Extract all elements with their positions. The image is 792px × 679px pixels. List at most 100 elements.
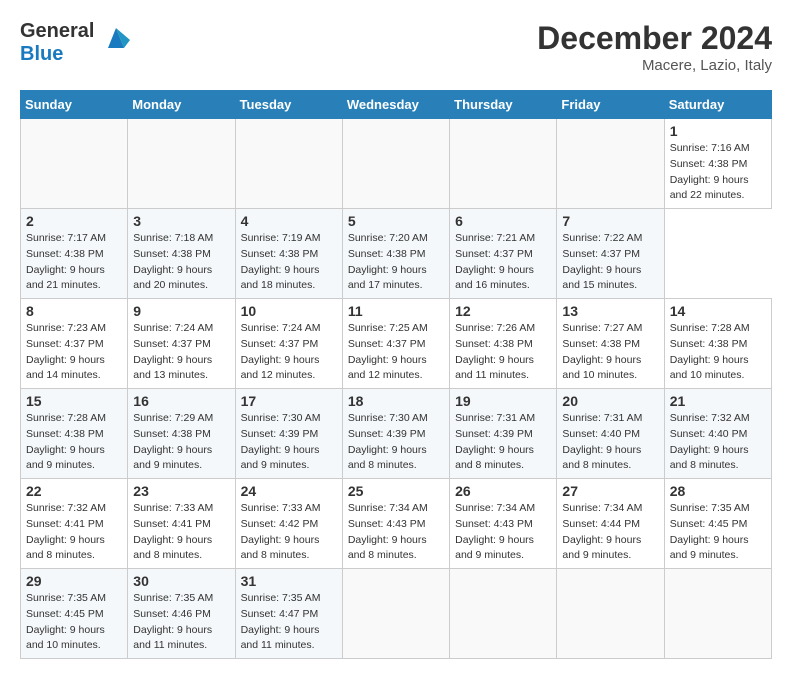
day-number: 8 <box>26 303 122 319</box>
calendar-day-cell: 15Sunrise: 7:28 AMSunset: 4:38 PMDayligh… <box>21 389 128 479</box>
calendar-day-cell: 7 Sunrise: 7:22 AMSunset: 4:37 PMDaylight… <box>557 209 664 299</box>
calendar-header-row: SundayMondayTuesdayWednesdayThursdayFrid… <box>21 91 772 119</box>
day-number: 21 <box>670 393 766 409</box>
location-title: Macere, Lazio, Italy <box>537 57 772 74</box>
logo-general: General <box>20 20 94 42</box>
calendar-day-cell: 3Sunrise: 7:18 AMSunset: 4:38 PMDaylight… <box>128 209 235 299</box>
day-number: 4 <box>241 213 337 229</box>
calendar-day-cell: 11 Sunrise: 7:25 AMSunset: 4:37 PMDayligh… <box>342 299 449 389</box>
calendar-week-row: 22 Sunrise: 7:32 AMSunset: 4:41 PMDayligh… <box>21 479 772 569</box>
calendar-day-cell: 10 Sunrise: 7:24 AMSunset: 4:37 PMDayligh… <box>235 299 342 389</box>
calendar-day-cell: 4 Sunrise: 7:19 AMSunset: 4:38 PMDaylight… <box>235 209 342 299</box>
day-info: Sunrise: 7:34 AMSunset: 4:43 PMDaylight:… <box>348 501 444 564</box>
calendar-day-cell: 9Sunrise: 7:24 AMSunset: 4:37 PMDaylight… <box>128 299 235 389</box>
day-number: 28 <box>670 483 766 499</box>
day-info: Sunrise: 7:23 AMSunset: 4:37 PMDaylight:… <box>26 321 122 384</box>
calendar-week-row: 8 Sunrise: 7:23 AMSunset: 4:37 PMDaylight… <box>21 299 772 389</box>
day-info: Sunrise: 7:35 AMSunset: 4:45 PMDaylight:… <box>670 501 766 564</box>
day-number: 16 <box>133 393 229 409</box>
calendar-week-row: 29Sunrise: 7:35 AMSunset: 4:45 PMDayligh… <box>21 569 772 659</box>
calendar-day-cell: 21 Sunrise: 7:32 AMSunset: 4:40 PMDayligh… <box>664 389 771 479</box>
empty-cell <box>21 119 128 209</box>
day-number: 22 <box>26 483 122 499</box>
empty-cell <box>557 569 664 659</box>
day-number: 3 <box>133 213 229 229</box>
day-number: 10 <box>241 303 337 319</box>
day-info: Sunrise: 7:24 AMSunset: 4:37 PMDaylight:… <box>241 321 337 384</box>
day-info: Sunrise: 7:35 AMSunset: 4:45 PMDaylight:… <box>26 591 122 654</box>
day-info: Sunrise: 7:34 AMSunset: 4:44 PMDaylight:… <box>562 501 658 564</box>
calendar-week-row: 2 Sunrise: 7:17 AMSunset: 4:38 PMDaylight… <box>21 209 772 299</box>
calendar-day-cell: 22 Sunrise: 7:32 AMSunset: 4:41 PMDayligh… <box>21 479 128 569</box>
day-number: 12 <box>455 303 551 319</box>
calendar-day-cell: 14Sunrise: 7:28 AMSunset: 4:38 PMDayligh… <box>664 299 771 389</box>
day-number: 11 <box>348 303 444 319</box>
day-number: 19 <box>455 393 551 409</box>
day-info: Sunrise: 7:19 AMSunset: 4:38 PMDaylight:… <box>241 231 337 294</box>
empty-cell <box>557 119 664 209</box>
calendar-day-cell: 29Sunrise: 7:35 AMSunset: 4:45 PMDayligh… <box>21 569 128 659</box>
day-info: Sunrise: 7:24 AMSunset: 4:37 PMDaylight:… <box>133 321 229 384</box>
day-info: Sunrise: 7:35 AMSunset: 4:46 PMDaylight:… <box>133 591 229 654</box>
day-info: Sunrise: 7:32 AMSunset: 4:40 PMDaylight:… <box>670 411 766 474</box>
day-number: 25 <box>348 483 444 499</box>
day-number: 31 <box>241 573 337 589</box>
calendar-day-cell: 16 Sunrise: 7:29 AMSunset: 4:38 PMDayligh… <box>128 389 235 479</box>
empty-cell <box>342 119 449 209</box>
day-info: Sunrise: 7:25 AMSunset: 4:37 PMDaylight:… <box>348 321 444 384</box>
calendar-header-monday: Monday <box>128 91 235 119</box>
day-info: Sunrise: 7:27 AMSunset: 4:38 PMDaylight:… <box>562 321 658 384</box>
logo-text: General Blue <box>20 20 94 66</box>
calendar-week-row: 1 Sunrise: 7:16 AMSunset: 4:38 PMDaylight… <box>21 119 772 209</box>
calendar-day-cell: 6Sunrise: 7:21 AMSunset: 4:37 PMDaylight… <box>450 209 557 299</box>
calendar-day-cell: 18Sunrise: 7:30 AMSunset: 4:39 PMDayligh… <box>342 389 449 479</box>
day-info: Sunrise: 7:32 AMSunset: 4:41 PMDaylight:… <box>26 501 122 564</box>
logo: General Blue <box>20 20 134 66</box>
day-number: 24 <box>241 483 337 499</box>
calendar-day-cell: 19 Sunrise: 7:31 AMSunset: 4:39 PMDayligh… <box>450 389 557 479</box>
day-info: Sunrise: 7:17 AMSunset: 4:38 PMDaylight:… <box>26 231 122 294</box>
day-info: Sunrise: 7:28 AMSunset: 4:38 PMDaylight:… <box>670 321 766 384</box>
day-info: Sunrise: 7:20 AMSunset: 4:38 PMDaylight:… <box>348 231 444 294</box>
day-info: Sunrise: 7:30 AMSunset: 4:39 PMDaylight:… <box>241 411 337 474</box>
day-number: 1 <box>670 123 766 139</box>
day-number: 6 <box>455 213 551 229</box>
day-number: 23 <box>133 483 229 499</box>
title-block: December 2024 Macere, Lazio, Italy <box>537 20 772 74</box>
calendar-table: SundayMondayTuesdayWednesdayThursdayFrid… <box>20 90 772 659</box>
calendar-day-cell: 1 Sunrise: 7:16 AMSunset: 4:38 PMDaylight… <box>664 119 771 209</box>
day-info: Sunrise: 7:33 AMSunset: 4:41 PMDaylight:… <box>133 501 229 564</box>
day-number: 26 <box>455 483 551 499</box>
calendar-day-cell: 5 Sunrise: 7:20 AMSunset: 4:38 PMDaylight… <box>342 209 449 299</box>
day-info: Sunrise: 7:31 AMSunset: 4:39 PMDaylight:… <box>455 411 551 474</box>
calendar-day-cell: 8 Sunrise: 7:23 AMSunset: 4:37 PMDaylight… <box>21 299 128 389</box>
calendar-header-wednesday: Wednesday <box>342 91 449 119</box>
calendar-day-cell: 26Sunrise: 7:34 AMSunset: 4:43 PMDayligh… <box>450 479 557 569</box>
empty-cell <box>450 119 557 209</box>
day-info: Sunrise: 7:31 AMSunset: 4:40 PMDaylight:… <box>562 411 658 474</box>
calendar-header-tuesday: Tuesday <box>235 91 342 119</box>
calendar-header-sunday: Sunday <box>21 91 128 119</box>
calendar-day-cell: 24 Sunrise: 7:33 AMSunset: 4:42 PMDayligh… <box>235 479 342 569</box>
month-title: December 2024 <box>537 20 772 57</box>
day-info: Sunrise: 7:22 AMSunset: 4:37 PMDaylight:… <box>562 231 658 294</box>
calendar-header-thursday: Thursday <box>450 91 557 119</box>
day-number: 7 <box>562 213 658 229</box>
logo-icon <box>98 20 134 56</box>
day-number: 17 <box>241 393 337 409</box>
page-header: General Blue December 2024 Macere, Lazio… <box>20 20 772 74</box>
logo-blue: Blue <box>20 43 63 65</box>
empty-cell <box>664 569 771 659</box>
calendar-header-saturday: Saturday <box>664 91 771 119</box>
empty-cell <box>450 569 557 659</box>
calendar-day-cell: 17 Sunrise: 7:30 AMSunset: 4:39 PMDayligh… <box>235 389 342 479</box>
day-info: Sunrise: 7:33 AMSunset: 4:42 PMDaylight:… <box>241 501 337 564</box>
day-info: Sunrise: 7:16 AMSunset: 4:38 PMDaylight:… <box>670 141 766 204</box>
day-number: 18 <box>348 393 444 409</box>
day-number: 20 <box>562 393 658 409</box>
day-info: Sunrise: 7:29 AMSunset: 4:38 PMDaylight:… <box>133 411 229 474</box>
day-number: 5 <box>348 213 444 229</box>
day-number: 2 <box>26 213 122 229</box>
calendar-day-cell: 30Sunrise: 7:35 AMSunset: 4:46 PMDayligh… <box>128 569 235 659</box>
empty-cell <box>128 119 235 209</box>
